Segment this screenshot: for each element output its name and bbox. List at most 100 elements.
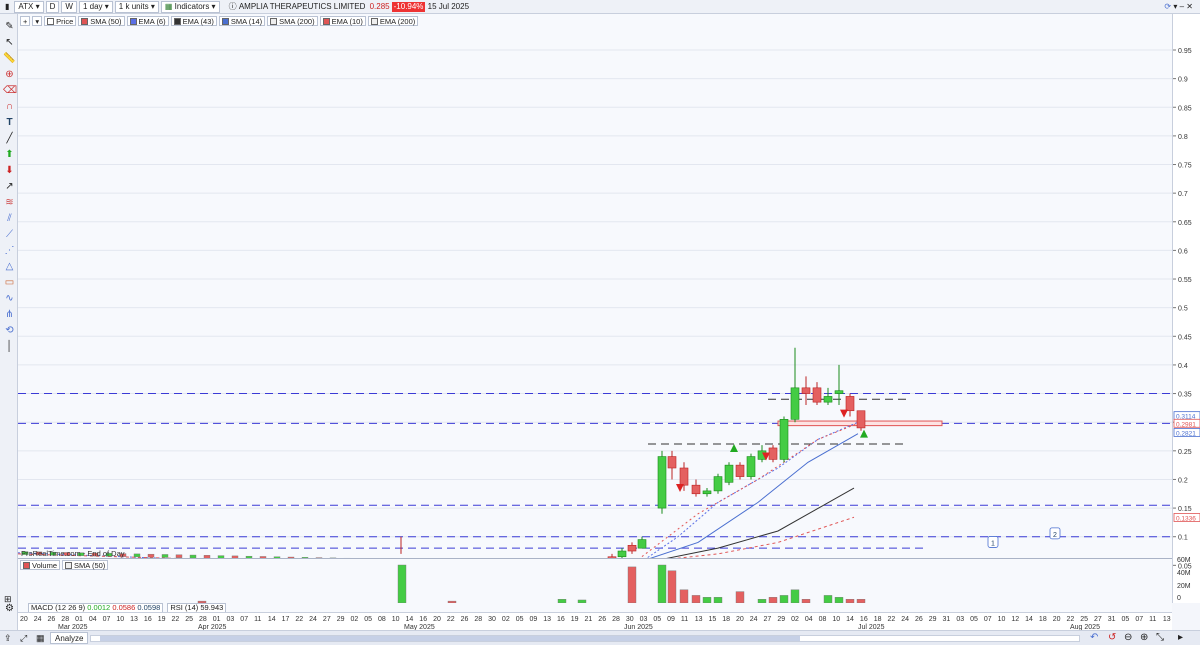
cursor-icon[interactable]: ▮ <box>2 1 12 13</box>
wave-icon[interactable]: ∿ <box>3 292 16 305</box>
ruler-icon[interactable]: 📏 <box>3 52 16 65</box>
day-tick-label: 11 <box>254 616 261 623</box>
more-icon[interactable]: ▸ <box>1178 632 1183 643</box>
zoom-out-icon[interactable]: ⊖ <box>1124 632 1132 643</box>
share-icon[interactable]: ⇪ <box>4 633 12 644</box>
price-tick-label: 0.1 <box>1178 535 1188 542</box>
diagonal-arrow-icon[interactable]: ↗ <box>3 180 16 193</box>
eraser-icon[interactable]: ⌫ <box>3 84 17 97</box>
trend-icon[interactable]: ⟋ <box>3 228 16 241</box>
rsi-legend[interactable]: RSI (14) 59.943 <box>167 602 227 613</box>
day-tick-label: 20 <box>433 616 441 623</box>
day-tick-label: 05 <box>516 616 524 623</box>
day-tick-label: 11 <box>681 616 688 623</box>
legend-item-ema10[interactable]: EMA (10) <box>319 16 366 26</box>
wave-label: 1 <box>991 540 995 547</box>
reset-icon[interactable]: ↺ <box>1108 632 1116 643</box>
units-selector[interactable]: 1 k units ▾ <box>114 0 159 13</box>
volume-tick-label: 40M <box>1177 570 1191 577</box>
panel-toggle-icon[interactable]: ⊞ <box>4 594 12 605</box>
analyze-button[interactable]: Analyze <box>50 632 89 644</box>
channel-icon[interactable]: ⫽ <box>3 212 16 225</box>
day-tick-label: 08 <box>819 616 827 623</box>
close-icon[interactable]: ✕ <box>1186 2 1193 11</box>
legend-swatch-ema10 <box>322 17 330 25</box>
triangle-icon[interactable]: △ <box>3 260 16 273</box>
day-tick-label: 29 <box>777 616 785 623</box>
price-axis[interactable]: 0.95 0.9 0.85 0.8 0.75 0.7 0.65 0.6 0.55 0.5 0.45 0… <box>1172 14 1200 603</box>
day-tick-label: 02 <box>791 616 799 623</box>
legend-item-label: SMA (200) <box>279 16 315 26</box>
minimize-icon[interactable]: – <box>1180 2 1184 11</box>
grid-icon[interactable]: ▦ <box>36 633 45 644</box>
arrow-down-icon[interactable]: ⬇ <box>3 164 16 177</box>
macd-legend[interactable]: MACD (12 26 9) 0.0012 0.0586 0.0598 <box>28 602 164 613</box>
legend-item-sma200[interactable]: SMA (200) <box>267 16 318 26</box>
indicators-icon: ▦ <box>164 2 173 11</box>
candle-body <box>657 456 667 509</box>
magnet-icon[interactable]: ∩ <box>3 100 16 113</box>
dropdown-icon[interactable]: ▾ <box>1173 2 1177 11</box>
legend-item-sma50[interactable]: SMA (50) <box>78 16 125 26</box>
timeframe-w-button[interactable]: W <box>61 0 77 13</box>
day-tick-label: 09 <box>667 616 675 623</box>
candle-body <box>845 396 855 412</box>
legend-item-ema43[interactable]: EMA (43) <box>170 16 217 26</box>
candle-body <box>133 553 141 558</box>
zoom-icon[interactable]: ⊕ <box>3 68 16 81</box>
rectangle-icon[interactable]: ▭ <box>3 276 16 289</box>
sync-icon[interactable]: ⟳ <box>1164 2 1171 11</box>
gann-icon[interactable]: ⋰ <box>3 244 16 257</box>
vertical-line-icon[interactable]: │ <box>3 340 16 353</box>
price-tick-label: 0.45 <box>1178 334 1192 341</box>
pointer-icon[interactable]: ↖ <box>3 36 16 49</box>
volume-legend-item[interactable]: Volume <box>20 560 61 570</box>
day-tick-label: 29 <box>337 616 345 623</box>
indicators-button[interactable]: ▦ Indicators ▾ <box>160 0 220 13</box>
day-tick-label: 24 <box>34 616 42 623</box>
back-icon[interactable]: ↶ <box>1090 632 1098 643</box>
interval-selector[interactable]: 1 day ▾ <box>78 0 113 13</box>
volume-panel[interactable]: Volume SMA (50) <box>18 558 1172 604</box>
volume-sma-legend-item[interactable]: SMA (50) <box>62 560 109 570</box>
symbol-selector[interactable]: ATX ▾ <box>14 0 44 13</box>
legend-swatch-sma200 <box>270 17 278 25</box>
expand-icon[interactable]: ⤢ <box>20 633 27 644</box>
oscillator-legend-row: MACD (12 26 9) 0.0012 0.0586 0.0598 RSI … <box>18 602 1172 613</box>
fit-icon[interactable]: ⤡ <box>1156 632 1164 643</box>
price-chart[interactable]: 012 <box>17 14 1172 571</box>
text-tool-icon[interactable]: T <box>3 116 16 129</box>
legend-settings-icon[interactable]: ▾ <box>32 16 43 26</box>
candle-body <box>746 456 756 477</box>
fibonacci-icon[interactable]: ≋ <box>3 196 16 209</box>
sell-arrow-icon <box>840 409 848 418</box>
time-axis[interactable]: 20 24 26 28 01 04 07 10 13 16 19 22 25 28 01 03 07 11 14 17… <box>18 612 1172 631</box>
timeframe-d-button[interactable]: D <box>45 0 60 13</box>
volume-legend: Volume SMA (50) <box>20 560 109 570</box>
cycle-icon[interactable]: ⟲ <box>3 324 16 337</box>
legend-item-ema200[interactable]: EMA (200) <box>367 16 419 26</box>
pencil-icon[interactable]: ✎ <box>3 20 16 33</box>
legend-item-price[interactable]: Price <box>44 16 77 26</box>
price-tick-label: 0.85 <box>1178 105 1192 112</box>
macd-value-3: 0.0598 <box>137 603 161 612</box>
scrollbar-thumb[interactable] <box>100 636 800 641</box>
candle-body <box>617 550 627 558</box>
pitchfork-icon[interactable]: ⋔ <box>3 308 16 321</box>
day-tick-label: 07 <box>984 616 992 623</box>
zoom-in-icon[interactable]: ⊕ <box>1140 632 1148 643</box>
day-tick-label: 17 <box>282 616 290 623</box>
legend-add-button[interactable]: + <box>20 16 31 26</box>
day-tick-label: 16 <box>557 616 565 623</box>
legend-item-sma14[interactable]: SMA (14) <box>218 16 266 26</box>
price-chart-svg: 012 <box>17 49 1172 571</box>
price-tick-label: 0.4 <box>1178 363 1188 370</box>
source-label: ProRealTime.com - End of Day <box>21 549 125 558</box>
line-tool-icon[interactable]: ╱ <box>3 132 16 145</box>
day-tick-label: 26 <box>461 616 469 623</box>
legend-item-ema6[interactable]: EMA (6) <box>126 16 169 26</box>
day-tick-label: 05 <box>1122 616 1130 623</box>
last-price: 0.285 <box>369 1 390 11</box>
day-tick-label: 29 <box>929 616 937 623</box>
arrow-up-icon[interactable]: ⬆ <box>3 148 16 161</box>
